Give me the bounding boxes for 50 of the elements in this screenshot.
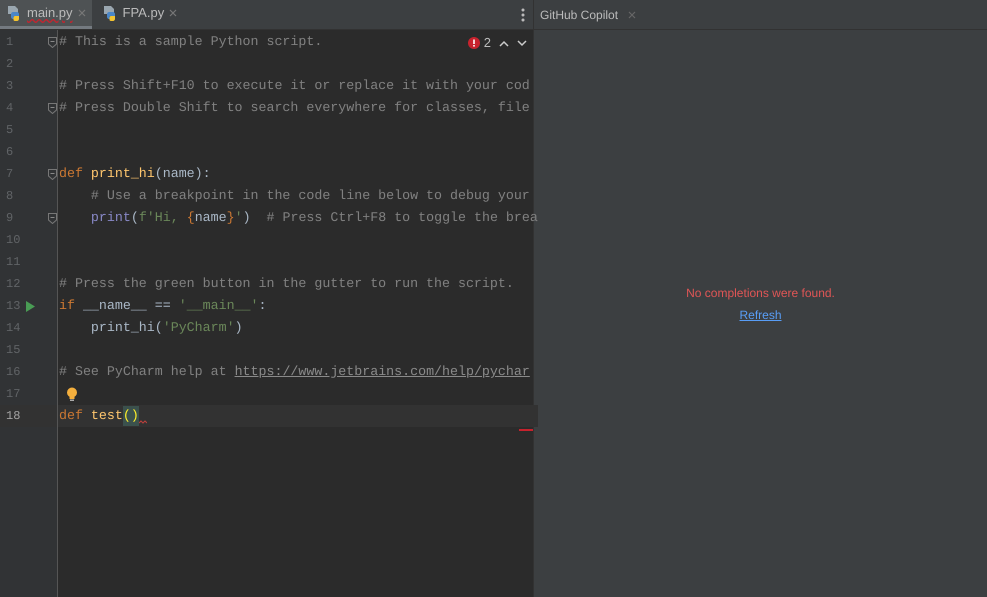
string-literal: '__main__' <box>178 297 259 316</box>
fold-icon[interactable] <box>48 212 57 224</box>
code-builtin: print <box>90 209 131 228</box>
function-name: test <box>90 407 123 426</box>
code-brace: } <box>226 209 235 228</box>
code-text: ( <box>130 209 139 228</box>
error-stripe-mark <box>519 429 533 431</box>
error-count: 2 <box>484 34 491 52</box>
code-comment: # Press Shift+F10 to execute it or replace it with your cod <box>59 77 530 96</box>
previous-error-icon[interactable] <box>499 40 509 46</box>
code-text: ) <box>242 209 252 228</box>
code-text: (name): <box>154 165 211 184</box>
code-text: print_hi( <box>90 319 163 338</box>
lightbulb-icon[interactable] <box>66 386 78 402</box>
matched-parentheses: () <box>122 406 139 426</box>
string-literal: 'PyCharm' <box>162 319 235 338</box>
code-keyword: def <box>59 165 84 184</box>
more-options-icon[interactable] <box>521 8 525 22</box>
fold-icon[interactable] <box>48 168 57 180</box>
code-text: name <box>194 209 227 228</box>
code-comment: # Press Ctrl+F8 to toggle the brea <box>266 209 538 228</box>
code-comment: # Press the green button in the gutter to run the script. <box>59 275 514 294</box>
string-literal: ' <box>234 209 243 228</box>
next-error-icon[interactable] <box>517 40 527 46</box>
code-text: : <box>258 297 266 316</box>
code-comment: # See PyCharm help at <box>59 363 228 382</box>
code-comment: # Press Double Shift to search everywhere for classes, file <box>59 99 530 118</box>
no-completions-message: No completions were found. <box>686 284 835 302</box>
string-literal: f'Hi, <box>138 209 180 228</box>
fold-icon[interactable] <box>48 36 57 48</box>
close-icon[interactable] <box>628 10 636 18</box>
fold-icon[interactable] <box>48 102 57 114</box>
close-icon[interactable] <box>169 9 178 17</box>
editor-tab[interactable]: FPA.py <box>96 0 184 29</box>
code-brace: { <box>186 209 195 228</box>
run-icon[interactable] <box>26 300 35 312</box>
code-text: ) <box>234 319 243 338</box>
python-file-icon <box>102 5 118 21</box>
url-link[interactable]: https://www.jetbrains.com/help/pychar <box>234 362 530 382</box>
code-comment: # Use a breakpoint in the code line below to debug your <box>90 187 530 206</box>
editor-tab[interactable]: main.py <box>0 0 92 29</box>
code-keyword: if <box>59 297 76 316</box>
function-name: print_hi <box>90 165 155 184</box>
line-number: 18 <box>5 408 22 425</box>
error-icon <box>468 37 480 49</box>
code-keyword: def <box>59 407 84 426</box>
code-text: __name__ == <box>82 297 172 316</box>
refresh-link[interactable]: Refresh <box>739 306 782 324</box>
code-comment: # This is a sample Python script. <box>59 33 322 52</box>
python-file-icon <box>6 5 22 21</box>
